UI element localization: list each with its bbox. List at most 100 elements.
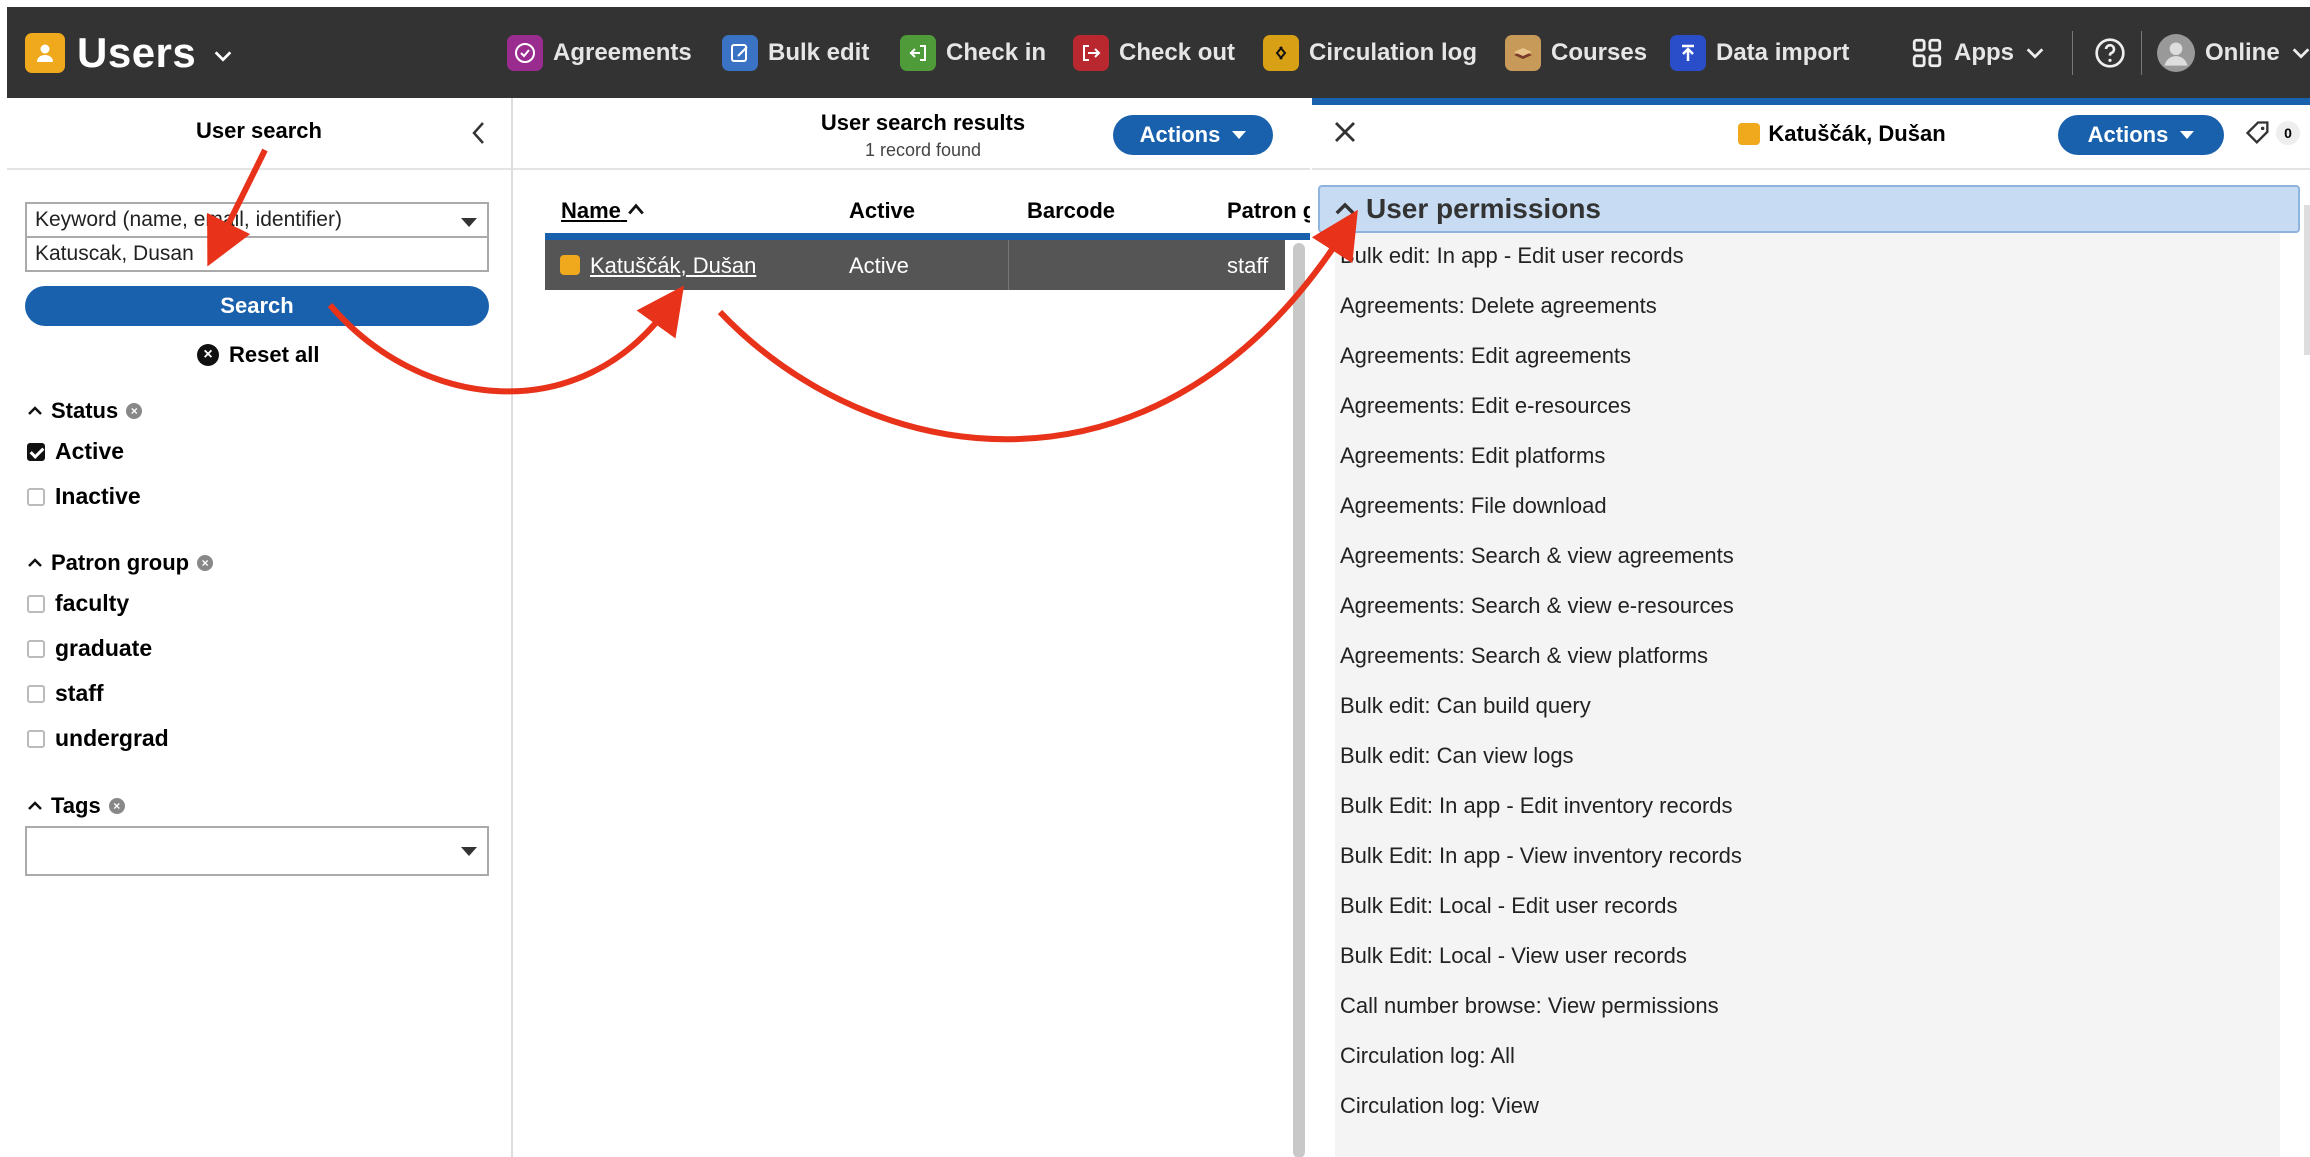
checkbox-icon [27, 639, 45, 658]
results-actions-button[interactable]: Actions [1113, 115, 1273, 155]
column-header-barcode[interactable]: Barcode [1027, 198, 1115, 224]
checkbox-label: Inactive [55, 483, 141, 509]
list-item: Agreements: Edit agreements [1340, 343, 1632, 368]
list-item: Agreements: Edit platforms [1340, 443, 1606, 468]
caret-down-icon [1232, 131, 1247, 139]
pane-header: Katuščák, Dušan Actions 0 [1312, 105, 2310, 170]
list-item: Agreements: File download [1340, 493, 1607, 518]
tag-count-badge: 0 [2276, 121, 2300, 145]
chevron-up-icon [28, 558, 42, 567]
nav-label: Check out [1119, 39, 1236, 66]
search-field-select[interactable]: Keyword (name, email, identifier) [25, 202, 489, 238]
checkbox-label: undergrad [55, 725, 169, 751]
section-title: User permissions [1366, 193, 1601, 224]
reset-label: Reset all [229, 342, 320, 367]
results-scrollbar[interactable] [1293, 243, 1305, 1157]
courses-icon [1505, 35, 1541, 71]
circulation-log-icon [1263, 35, 1299, 71]
actions-label: Actions [2087, 122, 2169, 147]
chevron-down-icon [2292, 48, 2309, 59]
data-import-icon [1670, 35, 1706, 71]
column-header-active[interactable]: Active [849, 198, 915, 224]
nav-apps[interactable]: Apps [1910, 33, 2046, 73]
clear-filter-icon[interactable]: × [108, 798, 125, 814]
list-item: Bulk Edit: In app - Edit inventory recor… [1340, 793, 1733, 818]
app-switcher[interactable]: Users [25, 29, 234, 77]
search-button[interactable]: Search [25, 286, 489, 326]
help-button[interactable] [2094, 33, 2126, 73]
detail-scrollbar[interactable] [2304, 205, 2310, 355]
app-frame: Users Agreements Bulk edit Check in Chec… [7, 7, 2310, 1157]
reset-all-button[interactable]: × Reset all [197, 342, 320, 368]
nav-label: Circulation log [1309, 39, 1477, 66]
nav-circulation-log[interactable]: Circulation log [1263, 33, 1477, 73]
selected-row-indicator [545, 233, 1310, 240]
user-status-label: Online [2205, 39, 2280, 66]
collapse-pane-icon[interactable] [467, 118, 491, 148]
apps-grid-icon [1912, 38, 1942, 68]
list-item: Bulk edit: In app - Edit user records [1340, 243, 1684, 268]
checkbox-icon [27, 487, 45, 506]
list-item: Agreements: Search & view agreements [1340, 543, 1734, 568]
list-item: Call number browse: View permissions [1340, 993, 1719, 1018]
clear-filter-icon[interactable]: × [126, 403, 143, 419]
patron-group-staff-checkbox[interactable]: staff [27, 680, 104, 707]
status-active-checkbox[interactable]: Active [27, 438, 124, 465]
status-facet-header[interactable]: Status × [27, 398, 143, 424]
detail-actions-button[interactable]: Actions [2058, 115, 2224, 155]
avatar [2157, 34, 2195, 72]
user-permissions-accordion[interactable]: User permissions [1318, 185, 2300, 233]
nav-divider [2072, 31, 2073, 75]
list-item: Bulk edit: Can build query [1340, 693, 1591, 718]
nav-bulk-edit[interactable]: Bulk edit [722, 33, 869, 73]
list-item: Circulation log: View [1340, 1093, 1539, 1118]
status-inactive-checkbox[interactable]: Inactive [27, 483, 141, 510]
list-item: Bulk edit: Can view logs [1340, 743, 1574, 768]
check-out-icon [1073, 35, 1109, 71]
times-circle-icon: × [197, 344, 219, 366]
nav-courses[interactable]: Courses [1505, 33, 1647, 73]
search-results-pane: User search results 1 record found Actio… [513, 98, 1310, 1157]
column-header-patron-group[interactable]: Patron g [1227, 198, 1310, 224]
nav-label: Check in [946, 39, 1047, 66]
caret-down-icon [461, 218, 477, 227]
tag-icon[interactable] [2244, 119, 2272, 147]
row-name-link[interactable]: Katuščák, Dušan [590, 253, 756, 279]
header-divider [513, 168, 1310, 170]
checkbox-icon [27, 729, 45, 748]
search-input[interactable]: Katuscak, Dusan [25, 236, 489, 272]
chevron-up-icon [1335, 202, 1355, 215]
bulk-edit-icon [722, 35, 758, 71]
tags-facet-header[interactable]: Tags × [27, 793, 125, 819]
list-item: Agreements: Delete agreements [1340, 293, 1657, 318]
table-row[interactable]: Katuščák, Dušan Active staff [545, 240, 1285, 290]
list-item: Bulk Edit: Local - View user records [1340, 943, 1687, 968]
help-icon [2095, 38, 2125, 68]
nav-data-import[interactable]: Data import [1670, 33, 1849, 73]
nav-check-out[interactable]: Check out [1073, 33, 1235, 73]
profile-menu[interactable]: Online [2157, 33, 2310, 73]
clear-filter-icon[interactable]: × [197, 555, 214, 571]
nav-check-in[interactable]: Check in [900, 33, 1046, 73]
row-patron-group: staff [1227, 253, 1269, 278]
facet-title: Patron group [51, 550, 190, 575]
patron-group-faculty-checkbox[interactable]: faculty [27, 590, 129, 617]
tags-select[interactable] [25, 826, 489, 876]
user-name: Katuščák, Dušan [1768, 121, 1946, 146]
patron-group-graduate-checkbox[interactable]: graduate [27, 635, 152, 662]
patron-group-facet-header[interactable]: Patron group × [27, 550, 214, 576]
patron-group-undergrad-checkbox[interactable]: undergrad [27, 725, 169, 752]
detail-title: Katuščák, Dušan [1592, 121, 2092, 147]
check-in-icon [900, 35, 936, 71]
close-icon[interactable] [1332, 119, 1358, 145]
select-value: Keyword (name, email, identifier) [35, 208, 342, 231]
nav-agreements[interactable]: Agreements [507, 33, 692, 73]
app-title: Users [77, 29, 197, 76]
user-icon [560, 255, 580, 275]
column-header-name[interactable]: Name [561, 198, 645, 224]
list-item: Agreements: Search & view platforms [1340, 643, 1709, 668]
cell-divider [1008, 240, 1009, 290]
checkbox-label: graduate [55, 635, 153, 661]
list-item: Bulk Edit: Local - Edit user records [1340, 893, 1678, 918]
chevron-up-icon [28, 406, 42, 415]
